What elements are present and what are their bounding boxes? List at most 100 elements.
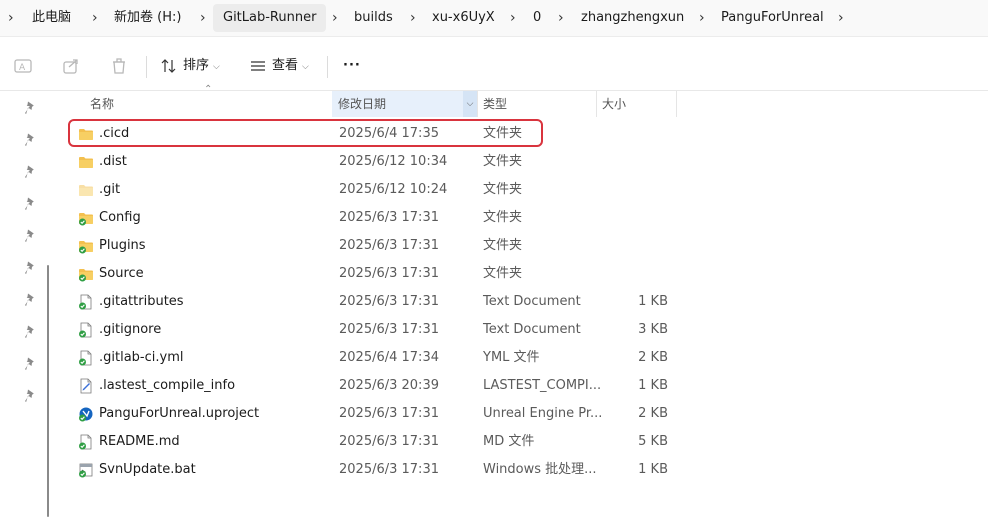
file-name: .gitlab-ci.yml <box>99 350 184 365</box>
file-type: YML 文件 <box>483 350 540 365</box>
file-modified-date: 2025/6/4 17:34 <box>339 350 439 365</box>
pin-icon[interactable] <box>24 292 38 306</box>
chevron-right-icon[interactable]: › <box>332 0 338 36</box>
breadcrumb: › 此电脑 › 新加卷 (H:) › GitLab-Runner › build… <box>0 0 988 37</box>
file-modified-date: 2025/6/3 17:31 <box>339 434 439 449</box>
document-synced-icon <box>79 350 92 366</box>
sort-icon <box>161 58 176 73</box>
file-type: 文件夹 <box>483 266 523 281</box>
file-modified-date: 2025/6/3 17:31 <box>339 210 439 225</box>
file-type: 文件夹 <box>483 154 523 169</box>
file-row[interactable]: Source 2025/6/3 17:31 文件夹 <box>58 260 988 288</box>
breadcrumb-item-index[interactable]: 0 <box>533 0 541 36</box>
file-row[interactable]: PanguForUnreal.uproject 2025/6/3 17:31 Unr… <box>58 400 988 428</box>
document-synced-icon <box>79 434 92 450</box>
folder-hidden-icon <box>79 185 93 196</box>
view-button[interactable]: 查看 ⌵ <box>250 54 309 78</box>
chevron-right-icon[interactable]: › <box>558 0 564 36</box>
sort-label: 排序 <box>183 58 210 73</box>
pin-icon[interactable] <box>24 260 38 274</box>
folder-icon <box>79 157 93 168</box>
navigation-scrollbar[interactable] <box>47 265 49 517</box>
column-header-size[interactable]: 大小 <box>596 91 676 117</box>
breadcrumb-item-project[interactable]: PanguForUnreal <box>721 0 824 36</box>
column-header-name[interactable]: 名称 <box>84 91 332 117</box>
file-type: Unreal Engine Pr... <box>483 406 603 421</box>
breadcrumb-item-runner-id[interactable]: xu-x6UyX <box>432 0 495 36</box>
chevron-right-icon[interactable]: › <box>510 0 516 36</box>
document-synced-icon <box>79 294 92 310</box>
chevron-down-icon: ⌵ <box>213 62 220 72</box>
document-edit-icon <box>80 378 92 394</box>
file-row[interactable]: .gitignore 2025/6/3 17:31 Text Document 3 K… <box>58 316 988 344</box>
chevron-down-icon[interactable]: ⌵ <box>463 91 477 117</box>
delete-icon[interactable] <box>109 56 129 76</box>
breadcrumb-item-drive[interactable]: 新加卷 (H:) <box>114 0 181 36</box>
file-name: Config <box>99 210 141 225</box>
sort-button[interactable]: 排序 ⌵ <box>161 54 220 78</box>
file-size: 2 KB <box>638 406 668 421</box>
chevron-right-icon[interactable]: › <box>699 0 705 36</box>
file-name: .gitattributes <box>99 294 184 309</box>
file-modified-date: 2025/6/3 17:31 <box>339 238 439 253</box>
file-name: .lastest_compile_info <box>99 378 236 393</box>
breadcrumb-item-builds[interactable]: builds <box>354 0 393 36</box>
pin-icon[interactable] <box>24 196 38 210</box>
pin-icon[interactable] <box>24 100 38 114</box>
pin-icon[interactable] <box>24 388 38 402</box>
file-type: 文件夹 <box>483 210 523 225</box>
file-size: 5 KB <box>638 434 668 449</box>
chevron-right-icon[interactable]: › <box>92 0 98 36</box>
file-name: .gitignore <box>99 322 162 337</box>
file-size: 1 KB <box>638 462 668 477</box>
chevron-right-icon[interactable]: › <box>8 0 14 36</box>
file-row[interactable]: .gitattributes 2025/6/3 17:31 Text Documen… <box>58 288 988 316</box>
file-type: 文件夹 <box>483 182 523 197</box>
chevron-right-icon[interactable]: › <box>410 0 416 36</box>
pin-icon[interactable] <box>24 228 38 242</box>
chevron-right-icon[interactable]: › <box>200 0 206 36</box>
pin-icon[interactable] <box>24 356 38 370</box>
batch-file-icon <box>79 463 93 478</box>
file-size: 3 KB <box>638 322 668 337</box>
file-type: Text Document <box>483 294 581 309</box>
file-name: .git <box>99 182 121 197</box>
file-modified-date: 2025/6/3 17:31 <box>339 294 439 309</box>
file-row[interactable]: SvnUpdate.bat 2025/6/3 17:31 Windows 批处理..… <box>58 456 988 484</box>
breadcrumb-item-user[interactable]: zhangzhengxun <box>581 0 684 36</box>
breadcrumb-item-this-pc[interactable]: 此电脑 <box>32 0 71 36</box>
column-header-type[interactable]: 类型 <box>477 91 596 117</box>
file-size: 1 KB <box>638 294 668 309</box>
column-header-modified[interactable]: 修改日期 ⌵ <box>332 91 477 117</box>
file-row[interactable]: Config 2025/6/3 17:31 文件夹 <box>58 204 988 232</box>
file-row[interactable]: .lastest_compile_info 2025/6/3 20:39 LASTE… <box>58 372 988 400</box>
column-separator[interactable] <box>676 91 677 117</box>
pin-icon[interactable] <box>24 132 38 146</box>
pin-icon[interactable] <box>24 164 38 178</box>
file-row[interactable]: README.md 2025/6/3 17:31 MD 文件 5 KB <box>58 428 988 456</box>
breadcrumb-item-gitlab-runner[interactable]: GitLab-Runner <box>213 4 327 32</box>
share-icon[interactable] <box>61 56 81 76</box>
file-modified-date: 2025/6/3 17:31 <box>339 266 439 281</box>
pin-icon[interactable] <box>24 324 38 338</box>
command-bar: A 排序 ⌵ 查看 ⌵ ··· <box>0 42 988 91</box>
file-type: MD 文件 <box>483 434 535 449</box>
file-type: Text Document <box>483 322 581 337</box>
rename-icon[interactable]: A <box>13 56 33 76</box>
document-synced-icon <box>79 322 92 338</box>
file-modified-date: 2025/6/3 17:31 <box>339 462 439 477</box>
svg-text:A: A <box>19 63 26 73</box>
chevron-right-icon[interactable]: › <box>838 0 844 36</box>
folder-synced-icon <box>79 241 93 254</box>
file-row[interactable]: .git 2025/6/12 10:24 文件夹 <box>58 176 988 204</box>
more-options-button[interactable]: ··· <box>343 54 361 78</box>
file-row[interactable]: Plugins 2025/6/3 17:31 文件夹 <box>58 232 988 260</box>
file-name: README.md <box>99 434 180 449</box>
file-row[interactable]: .gitlab-ci.yml 2025/6/4 17:34 YML 文件 2 KB <box>58 344 988 372</box>
file-type: 文件夹 <box>483 238 523 253</box>
file-size: 2 KB <box>638 350 668 365</box>
file-modified-date: 2025/6/3 17:31 <box>339 322 439 337</box>
file-type: LASTEST_COMPI... <box>483 378 602 393</box>
file-row[interactable]: .dist 2025/6/12 10:34 文件夹 <box>58 148 988 176</box>
file-name: Source <box>99 266 144 281</box>
